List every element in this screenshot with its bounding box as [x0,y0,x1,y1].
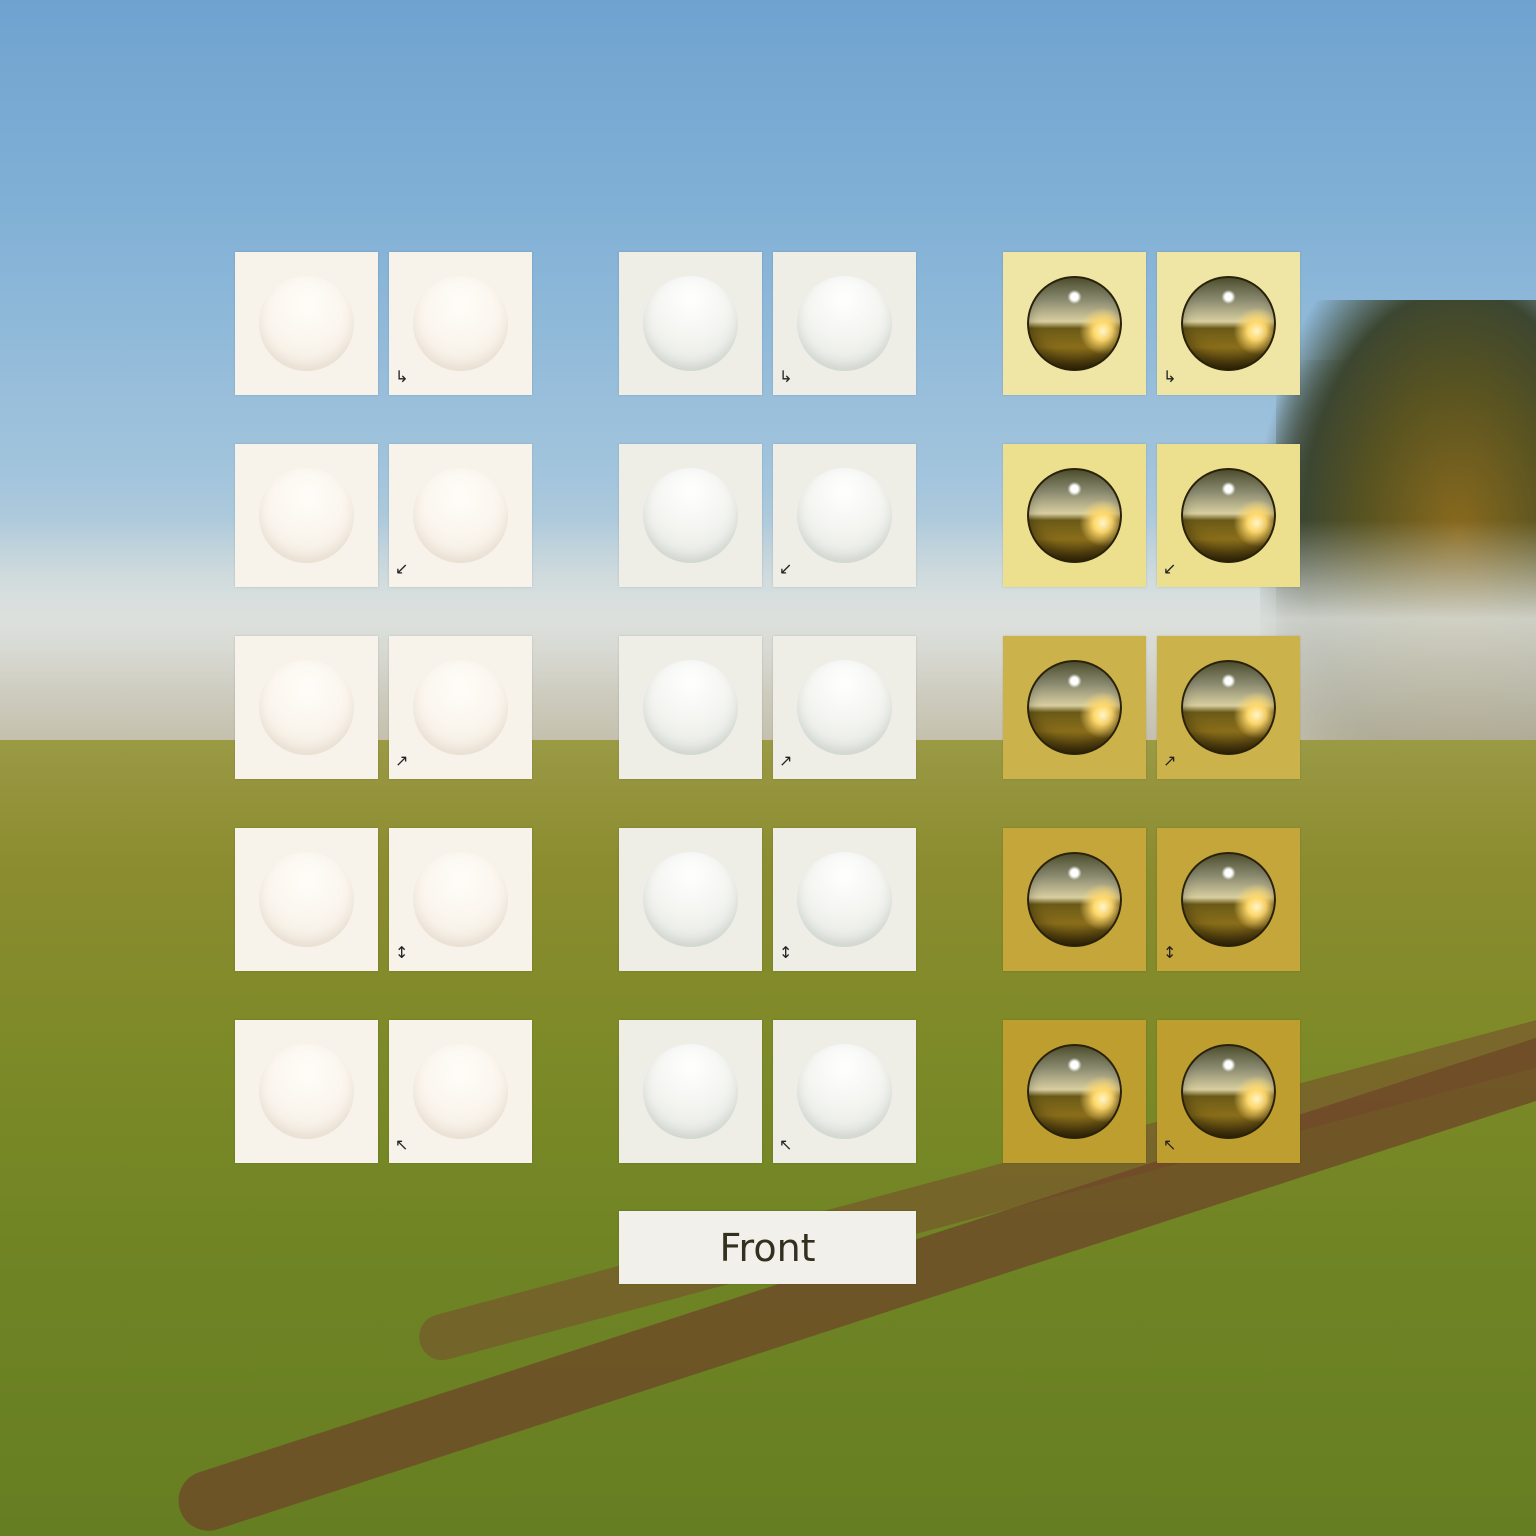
chrome-sphere-preview [1181,660,1276,755]
material-tile-group-3-row-5-oriented[interactable]: ↖ [1157,1020,1300,1163]
background-scene [0,0,1536,1536]
material-tile-group-2-row-1-oriented[interactable]: ↳ [773,252,916,395]
material-tile-group-1-row-5-oriented[interactable]: ↖ [389,1020,532,1163]
matte-sphere-preview [797,852,892,947]
chrome-sphere-preview [1181,1044,1276,1139]
matte-sphere-preview [413,660,508,755]
matte-sphere-preview [797,660,892,755]
chrome-sphere-preview [1181,276,1276,371]
matte-sphere-preview [797,276,892,371]
material-tile-group-2-row-5-oriented[interactable]: ↖ [773,1020,916,1163]
material-tile-group-3-row-3-default[interactable] [1003,636,1146,779]
matte-sphere-preview [413,1044,508,1139]
material-tile-group-1-row-1-default[interactable] [235,252,378,395]
matte-sphere-preview [643,468,738,563]
material-tile-group-1-row-4-default[interactable] [235,828,378,971]
chrome-sphere-preview [1027,468,1122,563]
material-tile-group-2-row-1-default[interactable] [619,252,762,395]
orientation-axes-icon: ↖ [395,1135,409,1154]
matte-sphere-preview [259,660,354,755]
orientation-axes-icon: ↳ [779,367,793,386]
material-tile-group-1-row-5-default[interactable] [235,1020,378,1163]
orientation-axes-icon: ↙ [779,559,793,578]
material-tile-group-3-row-2-oriented[interactable]: ↙ [1157,444,1300,587]
material-tile-group-3-row-5-default[interactable] [1003,1020,1146,1163]
matte-sphere-preview [643,276,738,371]
material-tile-group-3-row-4-default[interactable] [1003,828,1146,971]
material-tile-group-3-row-3-oriented[interactable]: ↗ [1157,636,1300,779]
chrome-sphere-preview [1027,660,1122,755]
orientation-axes-icon: ↗ [1163,751,1177,770]
front-view-button[interactable]: Front [619,1211,916,1284]
material-tile-group-3-row-4-oriented[interactable]: ↕ [1157,828,1300,971]
material-tile-group-2-row-2-oriented[interactable]: ↙ [773,444,916,587]
chrome-sphere-preview [1181,468,1276,563]
chrome-sphere-preview [1181,852,1276,947]
orientation-axes-icon: ↗ [779,751,793,770]
matte-sphere-preview [643,1044,738,1139]
material-tile-group-1-row-4-oriented[interactable]: ↕ [389,828,532,971]
material-tile-group-3-row-1-oriented[interactable]: ↳ [1157,252,1300,395]
orientation-axes-icon: ↖ [779,1135,793,1154]
orientation-axes-icon: ↳ [395,367,409,386]
orientation-axes-icon: ↙ [1163,559,1177,578]
material-tile-group-3-row-1-default[interactable] [1003,252,1146,395]
matte-sphere-preview [259,852,354,947]
matte-sphere-preview [413,852,508,947]
fog [0,520,1536,740]
orientation-axes-icon: ↗ [395,751,409,770]
matte-sphere-preview [259,276,354,371]
matte-sphere-preview [413,468,508,563]
matte-sphere-preview [413,276,508,371]
matte-sphere-preview [643,660,738,755]
material-tile-group-2-row-2-default[interactable] [619,444,762,587]
orientation-axes-icon: ↕ [1163,943,1177,962]
material-tile-group-1-row-1-oriented[interactable]: ↳ [389,252,532,395]
material-tile-group-2-row-3-default[interactable] [619,636,762,779]
material-tile-group-2-row-4-default[interactable] [619,828,762,971]
material-tile-group-1-row-2-default[interactable] [235,444,378,587]
matte-sphere-preview [259,1044,354,1139]
matte-sphere-preview [259,468,354,563]
chrome-sphere-preview [1027,1044,1122,1139]
matte-sphere-preview [797,1044,892,1139]
chrome-sphere-preview [1027,852,1122,947]
chrome-sphere-preview [1027,276,1122,371]
material-tile-group-1-row-3-default[interactable] [235,636,378,779]
orientation-axes-icon: ↳ [1163,367,1177,386]
material-tile-group-2-row-3-oriented[interactable]: ↗ [773,636,916,779]
matte-sphere-preview [797,468,892,563]
material-tile-group-3-row-2-default[interactable] [1003,444,1146,587]
material-tile-group-2-row-4-oriented[interactable]: ↕ [773,828,916,971]
orientation-axes-icon: ↖ [1163,1135,1177,1154]
orientation-axes-icon: ↕ [779,943,793,962]
orientation-axes-icon: ↕ [395,943,409,962]
matte-sphere-preview [643,852,738,947]
material-tile-group-1-row-2-oriented[interactable]: ↙ [389,444,532,587]
material-tile-group-2-row-5-default[interactable] [619,1020,762,1163]
material-tile-group-1-row-3-oriented[interactable]: ↗ [389,636,532,779]
orientation-axes-icon: ↙ [395,559,409,578]
